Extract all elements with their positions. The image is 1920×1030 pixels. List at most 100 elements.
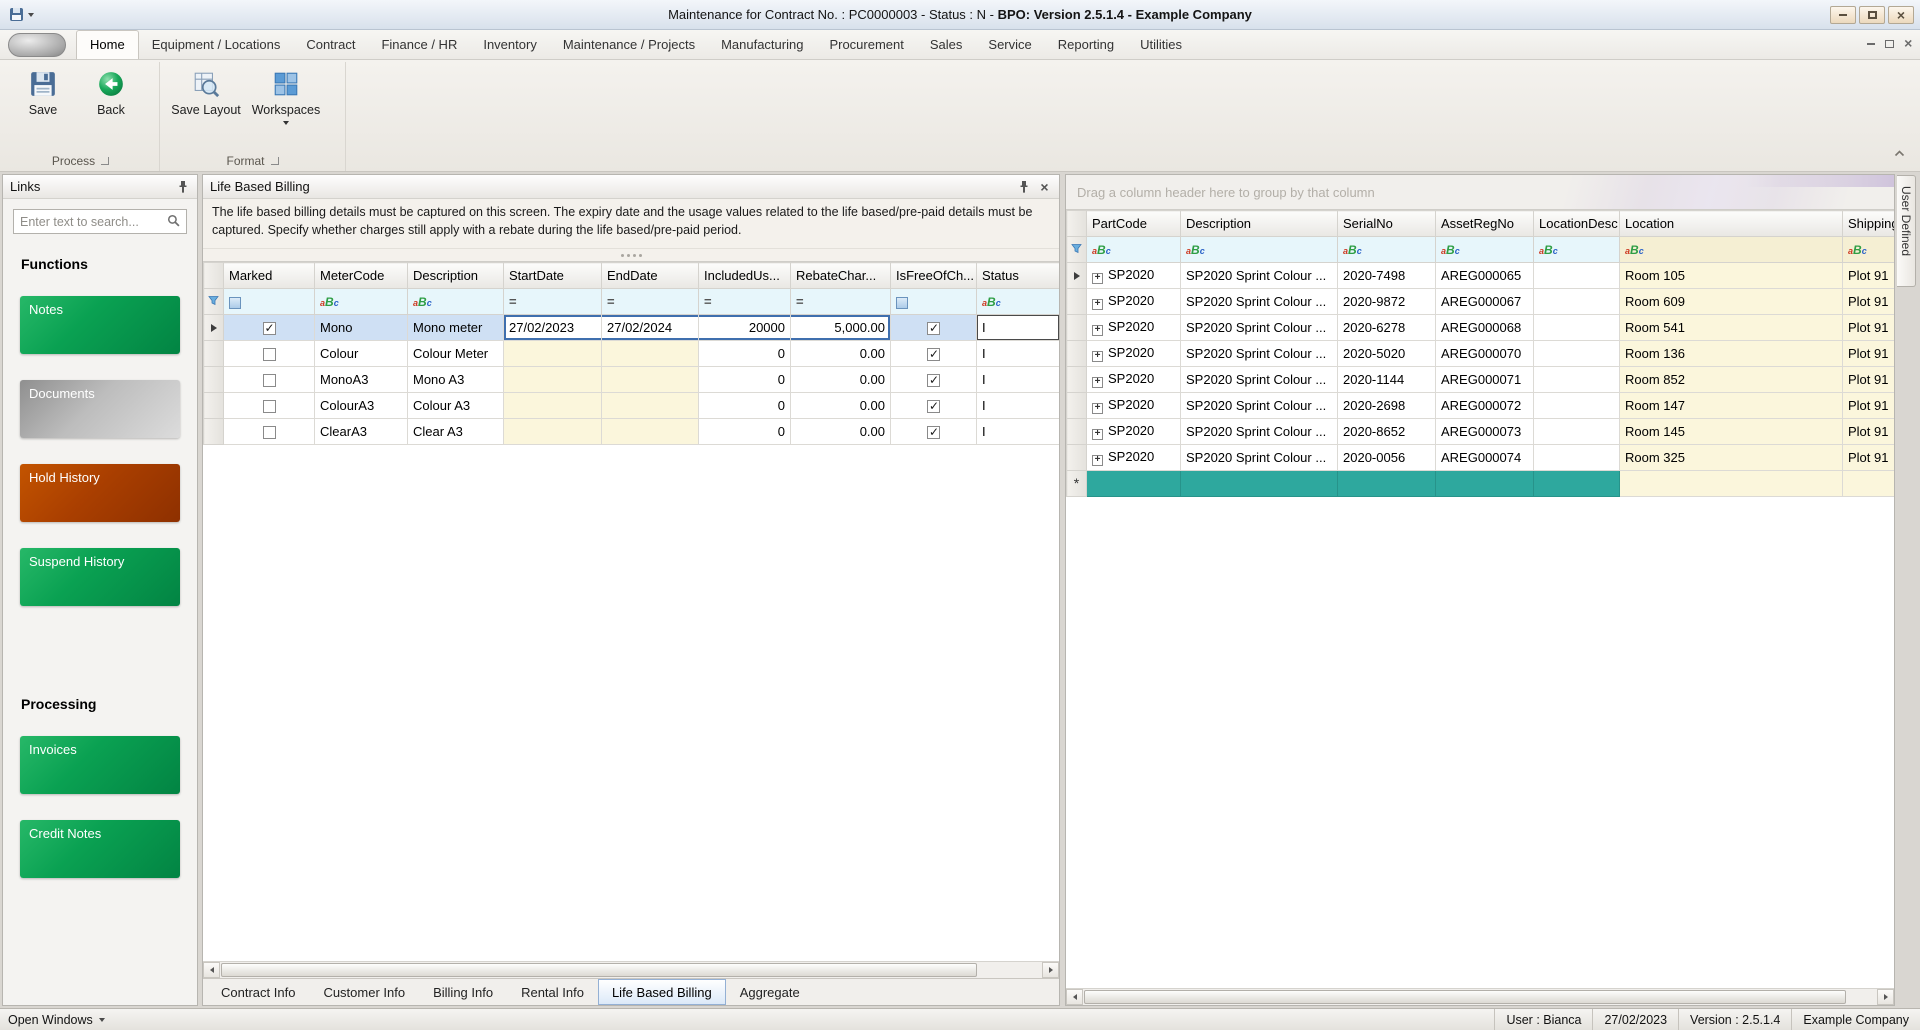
ribbon-tab-equipment-locations[interactable]: Equipment / Locations [139,31,294,59]
cell-rebatecharge[interactable]: 0.00 [791,393,891,419]
cell-assetregno[interactable]: AREG000072 [1436,393,1534,419]
col-status[interactable]: Status [977,263,1060,289]
cell-startdate[interactable] [504,367,602,393]
col-partcode[interactable]: PartCode [1087,211,1181,237]
cell-enddate-editor[interactable]: 27/02/2024 [602,315,699,341]
workspaces-button[interactable]: Workspaces [246,68,326,125]
expand-row-icon[interactable] [1092,299,1103,310]
cell-assetregno[interactable]: AREG000068 [1436,315,1534,341]
cell-description[interactable]: SP2020 Sprint Colour ... [1181,289,1338,315]
maximize-button[interactable] [1859,6,1885,24]
isfree-checkbox[interactable] [927,374,940,387]
cell-assetregno[interactable]: AREG000065 [1436,263,1534,289]
cell-location[interactable]: Room 541 [1620,315,1843,341]
row-indicator-cell[interactable] [1067,419,1087,445]
cell-partcode[interactable]: SP2020 [1087,289,1181,315]
billing-row-mono[interactable]: Mono Mono meter 27/02/2023 27/02/2024 20… [204,315,1060,341]
cell-rebatecharge[interactable]: 0.00 [791,419,891,445]
cell-description[interactable]: SP2020 Sprint Colour ... [1181,341,1338,367]
cell-rebatecharge[interactable]: 0.00 [791,341,891,367]
mdi-minimize-icon[interactable] [1867,43,1875,45]
search-icon[interactable] [167,214,180,230]
cell-includedusage[interactable]: 0 [699,367,791,393]
cell-locationdesc[interactable] [1534,367,1620,393]
cell-startdate[interactable] [504,393,602,419]
asset-row[interactable]: SP2020 SP2020 Sprint Colour ... 2020-269… [1067,393,1895,419]
cell-location[interactable]: Room 609 [1620,289,1843,315]
group-by-bar[interactable]: Drag a column header here to group by th… [1066,175,1894,210]
ribbon-tab-finance-hr[interactable]: Finance / HR [368,31,470,59]
row-indicator-cell[interactable] [1067,341,1087,367]
row-indicator-cell[interactable] [204,367,224,393]
row-indicator-cell[interactable] [1067,367,1087,393]
row-indicator-cell[interactable] [1067,315,1087,341]
cell-marked[interactable] [224,393,315,419]
cell-description[interactable]: SP2020 Sprint Colour ... [1181,445,1338,471]
format-dialog-launcher-icon[interactable] [271,157,279,165]
ribbon-tab-contract[interactable]: Contract [293,31,368,59]
col-metercode[interactable]: MeterCode [315,263,408,289]
new-asset-row[interactable] [1067,471,1895,497]
cell-description[interactable]: SP2020 Sprint Colour ... [1181,263,1338,289]
cell-partcode[interactable]: SP2020 [1087,445,1181,471]
col-marked[interactable]: Marked [224,263,315,289]
cell-rebatecharge-editor[interactable]: 5,000.00 [791,315,891,341]
ribbon-tab-procurement[interactable]: Procurement [816,31,916,59]
tab-billing-info[interactable]: Billing Info [419,979,507,1005]
filter-description[interactable] [1181,237,1338,263]
ribbon-tab-maintenance-projects[interactable]: Maintenance / Projects [550,31,708,59]
cell-partcode[interactable]: SP2020 [1087,341,1181,367]
ribbon-tab-home[interactable]: Home [76,30,139,59]
filter-enddate[interactable] [602,289,699,315]
filter-status[interactable] [977,289,1060,315]
cell-description[interactable] [1181,471,1338,497]
cell-shipping[interactable]: Plot 91 [1843,263,1895,289]
asset-row[interactable]: SP2020 SP2020 Sprint Colour ... 2020-114… [1067,367,1895,393]
expand-row-icon[interactable] [1092,351,1103,362]
cell-assetregno[interactable] [1436,471,1534,497]
assets-horizontal-scrollbar[interactable] [1066,988,1894,1005]
cell-shipping[interactable]: Plot 91 [1843,393,1895,419]
expand-row-icon[interactable] [1092,273,1103,284]
ribbon-tab-manufacturing[interactable]: Manufacturing [708,31,816,59]
asset-row[interactable]: SP2020 SP2020 Sprint Colour ... 2020-865… [1067,419,1895,445]
row-indicator-cell[interactable] [1067,445,1087,471]
cell-assetregno[interactable]: AREG000067 [1436,289,1534,315]
col-rebatecharge[interactable]: RebateChar... [791,263,891,289]
col-description[interactable]: Description [1181,211,1338,237]
user-defined-side-tab[interactable]: User Defined [1897,175,1916,287]
cell-enddate[interactable] [602,393,699,419]
cell-isfreeofcharge[interactable] [891,341,977,367]
cell-serialno[interactable]: 2020-1144 [1338,367,1436,393]
cell-description[interactable]: Mono A3 [408,367,504,393]
cell-serialno[interactable]: 2020-9872 [1338,289,1436,315]
col-startdate[interactable]: StartDate [504,263,602,289]
cell-assetregno[interactable]: AREG000070 [1436,341,1534,367]
close-button[interactable] [1888,6,1914,24]
row-indicator-cell[interactable] [204,393,224,419]
ribbon-tab-reporting[interactable]: Reporting [1045,31,1127,59]
col-isfreeofcharge[interactable]: IsFreeOfCh... [891,263,977,289]
filter-marked[interactable] [224,289,315,315]
cell-serialno[interactable] [1338,471,1436,497]
filter-rebatecharge[interactable] [791,289,891,315]
isfree-checkbox[interactable] [927,322,940,335]
ribbon-tab-sales[interactable]: Sales [917,31,976,59]
billing-horizontal-scrollbar[interactable] [203,961,1059,978]
cell-shipping[interactable] [1843,471,1895,497]
ribbon-collapse-button[interactable] [1893,146,1906,161]
filter-partcode[interactable] [1087,237,1181,263]
quick-access-dropdown-icon[interactable] [28,13,34,17]
asset-row[interactable]: SP2020 SP2020 Sprint Colour ... 2020-005… [1067,445,1895,471]
billing-row-monoa3[interactable]: MonoA3 Mono A3 0 0.00 I [204,367,1060,393]
splitter-handle[interactable] [203,249,1059,262]
col-includedusage[interactable]: IncludedUs... [699,263,791,289]
asset-row[interactable]: SP2020 SP2020 Sprint Colour ... 2020-502… [1067,341,1895,367]
cell-locationdesc[interactable] [1534,471,1620,497]
cell-includedusage-editor[interactable]: 20000 [699,315,791,341]
ribbon-tab-service[interactable]: Service [975,31,1044,59]
cell-location[interactable]: Room 145 [1620,419,1843,445]
marked-checkbox[interactable] [263,348,276,361]
cell-partcode[interactable]: SP2020 [1087,263,1181,289]
scroll-left-button[interactable] [203,962,220,978]
